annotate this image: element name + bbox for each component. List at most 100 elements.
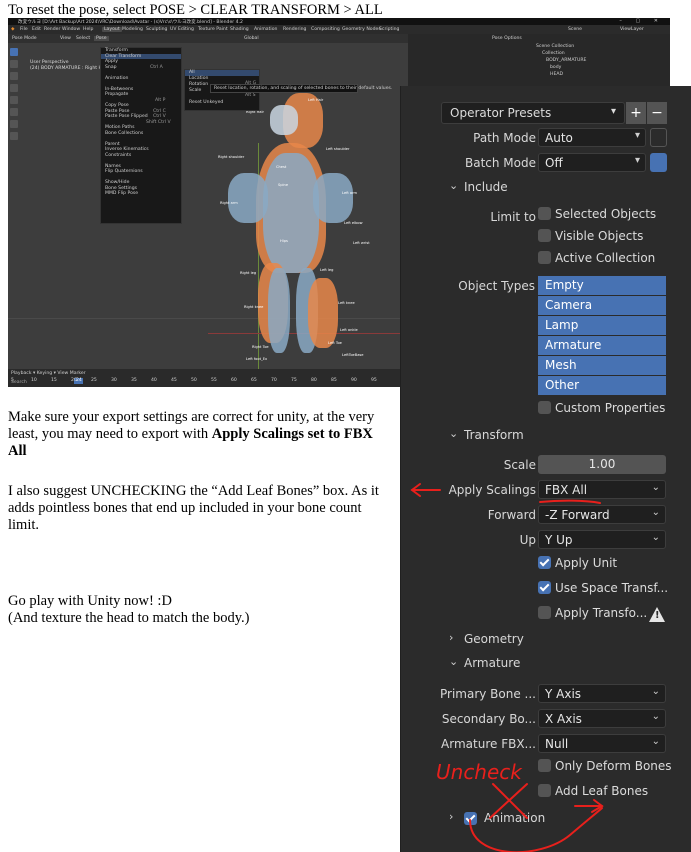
- add-leaf-bones-checkbox[interactable]: Add Leaf Bones: [538, 784, 648, 804]
- remove-preset-button[interactable]: −: [647, 102, 667, 124]
- object-type-armature[interactable]: Armature: [538, 336, 666, 355]
- menu-help[interactable]: Help: [83, 27, 93, 32]
- object-type-empty[interactable]: Empty: [538, 276, 666, 295]
- embed-textures-icon[interactable]: [650, 128, 667, 147]
- view-layer-selector[interactable]: ViewLayer: [620, 27, 644, 32]
- scene-selector[interactable]: Scene: [568, 27, 582, 32]
- transform-tool-icon[interactable]: [10, 108, 18, 116]
- tab-uv-editing[interactable]: UV Editing: [170, 27, 194, 32]
- bone-label: Left arm: [342, 191, 358, 195]
- visible-objects-checkbox[interactable]: Visible Objects: [538, 229, 643, 249]
- checkbox-icon: [538, 606, 551, 619]
- path-mode-dropdown[interactable]: Auto ▾: [538, 128, 646, 147]
- armature-section-header[interactable]: ⌄ Armature: [401, 653, 691, 675]
- tab-animation[interactable]: Animation: [254, 27, 277, 32]
- measure-tool-icon[interactable]: [10, 132, 18, 140]
- object-type-other[interactable]: Other: [538, 376, 666, 395]
- pose-menu-item[interactable]: MMD Flip Pose: [101, 191, 181, 197]
- window-controls[interactable]: – ▢ ✕: [619, 18, 664, 24]
- tab-compositing[interactable]: Compositing: [311, 27, 340, 32]
- menu-edit[interactable]: Edit: [32, 27, 41, 32]
- operator-presets-dropdown[interactable]: Operator Presets ▾: [441, 102, 625, 124]
- checkbox-label: Apply Transfo...: [555, 606, 648, 620]
- active-collection-row: Active Collection: [401, 251, 691, 271]
- outliner-item[interactable]: Collection: [542, 51, 565, 57]
- tab-shading[interactable]: Shading: [230, 27, 249, 32]
- path-mode-label: Path Mode: [473, 131, 536, 145]
- checkbox-icon: [538, 207, 551, 220]
- object-type-mesh[interactable]: Mesh: [538, 356, 666, 375]
- pose-options[interactable]: Pose Options: [492, 36, 522, 41]
- timeline[interactable]: Playback ▾ Keying ▾ View Marker 5 10 15 20 2…: [8, 369, 408, 387]
- batch-own-dir-icon[interactable]: [650, 153, 667, 172]
- add-preset-button[interactable]: +: [626, 102, 646, 124]
- outliner-item[interactable]: HEAD: [550, 72, 563, 78]
- outliner-item[interactable]: body: [550, 65, 561, 71]
- tool-shelf: [10, 48, 20, 198]
- selected-objects-checkbox[interactable]: Selected Objects: [538, 207, 656, 227]
- animation-section-header[interactable]: › Animation: [401, 808, 691, 830]
- apply-transform-checkbox[interactable]: Apply Transfo...: [538, 606, 647, 626]
- apply-scalings-value: FBX All: [545, 483, 588, 497]
- armature-fbx-dropdown[interactable]: Null ⌄: [538, 734, 666, 753]
- chevron-down-icon: ▾: [634, 130, 640, 141]
- animation-checkbox[interactable]: [464, 812, 477, 825]
- include-section-header[interactable]: ⌄ Include: [401, 177, 691, 199]
- tab-sculpting[interactable]: Sculpting: [146, 27, 167, 32]
- primary-bone-row: Primary Bone ... Y Axis ⌄: [401, 684, 691, 704]
- menu-render[interactable]: Render: [44, 27, 60, 32]
- rotate-tool-icon[interactable]: [10, 84, 18, 92]
- scale-tool-icon[interactable]: [10, 96, 18, 104]
- annotate-tool-icon[interactable]: [10, 120, 18, 128]
- checkbox-label: Add Leaf Bones: [555, 784, 649, 798]
- bone-label: Left wrist: [353, 241, 370, 245]
- secondary-bone-value: X Axis: [545, 712, 582, 726]
- pose-menu: Transform Clear Transform Apply Snap Ani…: [100, 47, 182, 224]
- cursor-tool-icon[interactable]: [10, 60, 18, 68]
- outliner-item[interactable]: Scene Collection: [536, 44, 574, 50]
- tab-rendering[interactable]: Rendering: [283, 27, 306, 32]
- forward-dropdown[interactable]: -Z Forward ⌄: [538, 505, 666, 524]
- tab-scripting[interactable]: Scripting: [379, 27, 399, 32]
- transform-section-header[interactable]: ⌄ Transform: [401, 425, 691, 447]
- reset-unkeyed-item[interactable]: Reset Unkeyed: [185, 100, 259, 106]
- header-view[interactable]: View: [60, 36, 71, 41]
- outliner-item[interactable]: BODY_ARMATURE: [546, 58, 586, 64]
- bone-label: Left shoulder: [326, 147, 350, 151]
- transform-orientation[interactable]: Global: [244, 36, 259, 41]
- apply-scalings-dropdown[interactable]: FBX All ⌄: [538, 480, 666, 499]
- mode-selector[interactable]: Pose Mode: [12, 36, 37, 41]
- geometry-section-header[interactable]: › Geometry: [401, 629, 691, 651]
- tab-texture-paint[interactable]: Texture Paint: [198, 27, 228, 32]
- up-dropdown[interactable]: Y Up ⌄: [538, 530, 666, 549]
- chevron-down-icon: ▾: [634, 155, 640, 166]
- active-collection-checkbox[interactable]: Active Collection: [538, 251, 655, 271]
- custom-properties-checkbox[interactable]: Custom Properties: [538, 401, 665, 421]
- forward-label: Forward: [487, 508, 536, 522]
- blender-logo-icon[interactable]: ◆: [11, 27, 15, 32]
- header-select[interactable]: Select: [76, 36, 90, 41]
- bone-label: Right knee: [244, 305, 264, 309]
- object-type-camera[interactable]: Camera: [538, 296, 666, 315]
- bone-label: Right shoulder: [218, 155, 245, 159]
- timeline-controls[interactable]: Playback ▾ Keying ▾ View Marker: [11, 371, 86, 376]
- menu-window[interactable]: Window: [62, 27, 80, 32]
- apply-unit-checkbox[interactable]: Apply Unit: [538, 556, 617, 576]
- scale-field[interactable]: 1.00: [538, 455, 666, 474]
- header-pose[interactable]: Pose: [94, 36, 109, 41]
- armature-fbx-label: Armature FBX...: [441, 737, 536, 751]
- batch-mode-dropdown[interactable]: Off ▾: [538, 153, 646, 172]
- bone-label: Left Hair: [308, 98, 324, 102]
- object-type-lamp[interactable]: Lamp: [538, 316, 666, 335]
- only-deform-bones-checkbox[interactable]: Only Deform Bones: [538, 759, 672, 779]
- select-tool-icon[interactable]: [10, 48, 18, 56]
- tab-geometry-nodes[interactable]: Geometry Nodes: [342, 27, 381, 32]
- tab-layout[interactable]: Layout: [102, 27, 122, 32]
- tab-modeling[interactable]: Modeling: [122, 27, 143, 32]
- checkmark-icon: [538, 556, 551, 569]
- use-space-transform-checkbox[interactable]: Use Space Transf...: [538, 581, 668, 601]
- secondary-bone-dropdown[interactable]: X Axis ⌄: [538, 709, 666, 728]
- primary-bone-dropdown[interactable]: Y Axis ⌄: [538, 684, 666, 703]
- move-tool-icon[interactable]: [10, 72, 18, 80]
- menu-file[interactable]: File: [20, 27, 28, 32]
